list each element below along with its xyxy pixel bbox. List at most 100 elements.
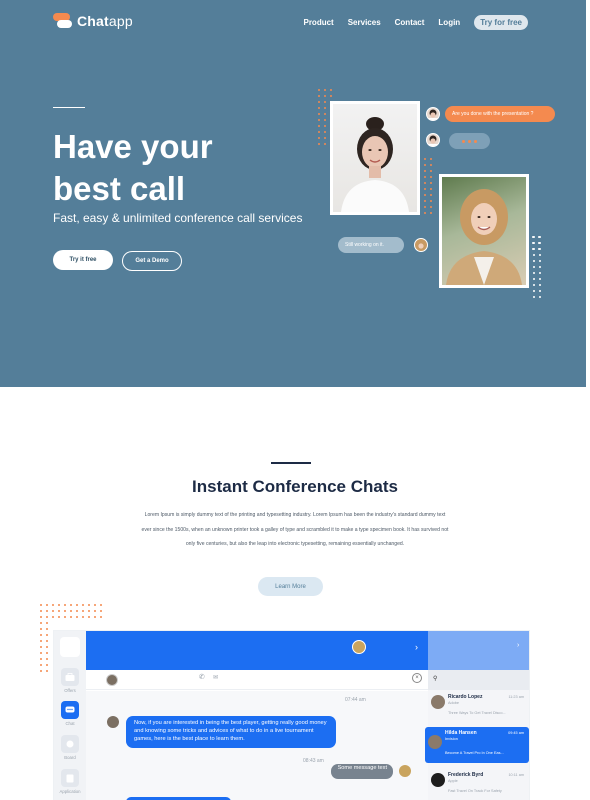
hero-divider: [53, 107, 85, 108]
decorative-dot: [100, 616, 102, 618]
board-icon: [61, 735, 79, 753]
nav-contact[interactable]: Contact: [395, 18, 425, 27]
logo-text: Chatapp: [77, 13, 133, 29]
decorative-dot: [539, 278, 541, 280]
decorative-dot: [40, 640, 42, 642]
nav-login[interactable]: Login: [438, 18, 460, 27]
avatar[interactable]: [352, 640, 366, 654]
decorative-dot: [539, 254, 541, 256]
decorative-dot: [318, 143, 320, 145]
decorative-dot: [46, 646, 48, 648]
decorative-dot: [64, 604, 66, 606]
hero-subtitle: Fast, easy & unlimited conference call s…: [53, 211, 303, 225]
decorative-dot: [64, 616, 66, 618]
avatar: [428, 735, 442, 749]
nav-services[interactable]: Services: [348, 18, 381, 27]
decorative-dot: [318, 113, 320, 115]
decorative-dot: [40, 658, 42, 660]
chat-bubble-working: Still working on it.: [338, 237, 404, 253]
close-icon[interactable]: ×: [412, 673, 422, 683]
avatar[interactable]: [106, 674, 118, 686]
decorative-dot: [40, 604, 42, 606]
decorative-dot: [430, 200, 432, 202]
try-it-free-button[interactable]: Try it free: [53, 250, 113, 270]
contact-item[interactable]: Ricardo Lopez 11:23 am Adobe Three Ways …: [428, 691, 529, 727]
outgoing-message: Some message text: [331, 764, 393, 779]
decorative-dot: [40, 616, 42, 618]
logo[interactable]: Chatapp: [53, 12, 133, 30]
decorative-dot: [82, 616, 84, 618]
mail-icon[interactable]: ✉: [213, 674, 218, 681]
sidebar-logo-placeholder: [60, 637, 80, 657]
decorative-dot: [324, 125, 326, 127]
decorative-dot: [46, 670, 48, 672]
decorative-dot: [539, 236, 541, 238]
decorative-dot: [539, 242, 541, 244]
chevron-right-icon[interactable]: ›: [517, 642, 519, 649]
avatar: [399, 765, 411, 777]
decorative-dot: [324, 137, 326, 139]
decorative-dot: [40, 652, 42, 654]
decorative-dot: [430, 188, 432, 190]
decorative-dot: [539, 284, 541, 286]
decorative-dot: [46, 610, 48, 612]
decorative-dot: [94, 604, 96, 606]
decorative-dot: [330, 95, 332, 97]
decorative-dot: [318, 137, 320, 139]
decorative-dot: [533, 254, 535, 256]
decorative-dot: [88, 604, 90, 606]
decorative-dot: [324, 113, 326, 115]
sidebar-item-application[interactable]: Application: [54, 769, 86, 794]
avatar-woman-2: [414, 238, 428, 252]
chevron-right-icon[interactable]: ›: [415, 642, 418, 652]
message-time: 08:43 am: [303, 758, 324, 764]
decorative-dot: [46, 664, 48, 666]
decorative-dot: [46, 634, 48, 636]
decorative-dot: [533, 296, 535, 298]
decorative-dot: [430, 206, 432, 208]
nav-try-for-free-button[interactable]: Try for free: [474, 15, 528, 30]
learn-more-button[interactable]: Learn More: [258, 577, 323, 596]
decorative-dot: [533, 242, 535, 244]
decorative-dot: [318, 125, 320, 127]
decorative-dot: [318, 101, 320, 103]
phone-icon[interactable]: ✆: [199, 673, 205, 681]
decorative-dot: [100, 610, 102, 612]
decorative-dot: [533, 272, 535, 274]
decorative-dot: [424, 200, 426, 202]
decorative-dot: [70, 616, 72, 618]
decorative-dot: [539, 266, 541, 268]
hero-title: Have your best call: [53, 128, 213, 207]
decorative-dot: [58, 616, 60, 618]
decorative-dot: [324, 95, 326, 97]
sidebar-item-board[interactable]: Board: [54, 735, 86, 760]
decorative-dot: [40, 670, 42, 672]
decorative-dot: [430, 158, 432, 160]
decorative-dot: [539, 260, 541, 262]
decorative-dot: [40, 634, 42, 636]
sidebar-item-chat[interactable]: Chat: [54, 701, 86, 726]
section-body: Lorem Ipsum is simply dummy text of the …: [141, 512, 449, 547]
chat-icon: [61, 701, 79, 719]
contacts-search[interactable]: ⚲: [428, 670, 529, 690]
hero-section: Chatapp Product Services Contact Login T…: [0, 0, 586, 387]
contact-item[interactable]: Frederick Byrd 10:11 am Apple Fast Trave…: [428, 769, 529, 800]
main-nav: Product Services Contact Login Try for f…: [303, 15, 528, 30]
decorative-dot: [318, 119, 320, 121]
avatar: [431, 695, 445, 709]
decorative-dot: [539, 290, 541, 292]
decorative-dot: [46, 628, 48, 630]
contacts-header: [428, 631, 529, 670]
decorative-dot: [533, 278, 535, 280]
contact-item-active[interactable]: Hilda Hansen 09:45 am Invision Become A …: [425, 727, 529, 763]
decorative-dot: [430, 194, 432, 196]
chat-messages: 07:44 am Now, if you are interested in b…: [86, 691, 428, 800]
decorative-dot: [58, 610, 60, 612]
nav-product[interactable]: Product: [303, 18, 333, 27]
sidebar-item-offers[interactable]: Offers: [54, 668, 86, 693]
decorative-dot: [82, 610, 84, 612]
contacts-panel: › ⚲ Ricardo Lopez 11:23 am Adobe Three W…: [425, 631, 529, 800]
get-a-demo-button[interactable]: Get a Demo: [122, 251, 182, 271]
app-mockup: Offers Chat Board Application › ✆ ✉ × 07…: [54, 631, 529, 800]
decorative-dot: [76, 616, 78, 618]
